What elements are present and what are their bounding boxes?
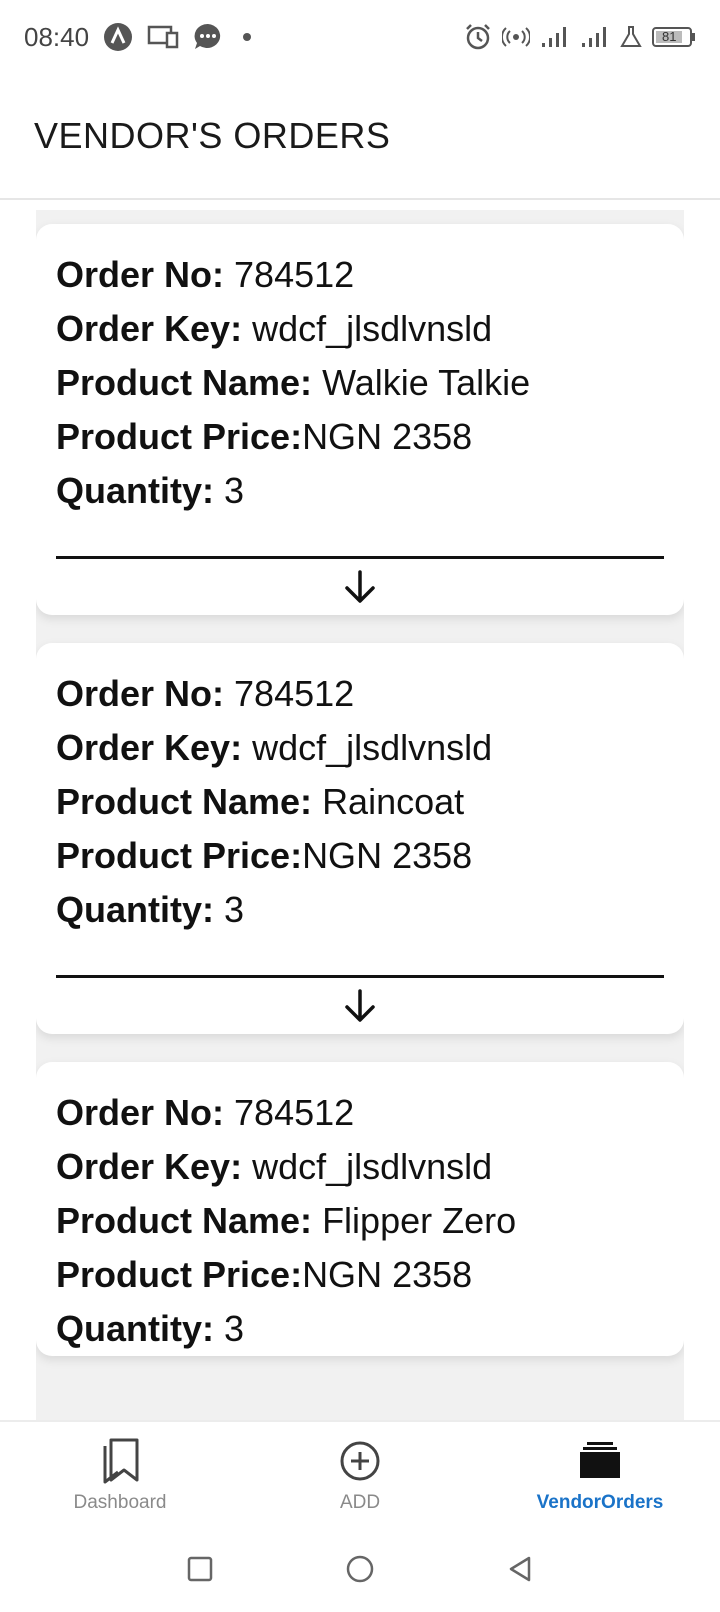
quantity-value: 3	[224, 470, 245, 511]
product-price-value: NGN 2358	[302, 835, 473, 876]
signal-icon	[580, 25, 610, 49]
order-key-label: Order Key:	[56, 727, 243, 768]
bottom-navigation: Dashboard ADD VendorOrders	[0, 1420, 720, 1532]
system-navigation	[0, 1530, 720, 1612]
order-key-label: Order Key:	[56, 308, 243, 349]
hotspot-icon	[502, 25, 530, 49]
battery-level: 81	[662, 29, 677, 44]
lab-flask-icon	[620, 25, 642, 49]
product-price-row: Product Price:NGN 2358	[56, 829, 664, 883]
status-bar: 08:40 81	[0, 0, 720, 74]
arrow-down-icon	[345, 989, 375, 1022]
back-triangle-icon[interactable]	[505, 1554, 535, 1589]
arrow-down-icon	[345, 570, 375, 603]
product-price-row: Product Price:NGN 2358	[56, 410, 664, 464]
add-circle-icon	[340, 1441, 380, 1481]
nav-item-dashboard[interactable]: Dashboard	[0, 1422, 240, 1532]
product-name-value: Walkie Talkie	[322, 362, 531, 403]
product-price-label: Product Price:	[56, 1254, 303, 1295]
product-name-row: Product Name: Flipper Zero	[56, 1194, 664, 1248]
product-price-value: NGN 2358	[302, 1254, 473, 1295]
product-name-label: Product Name:	[56, 1200, 313, 1241]
home-circle-icon[interactable]	[344, 1553, 376, 1590]
orders-list[interactable]: Order No: 784512 Order Key: wdcf_jlsdlvn…	[36, 210, 684, 1420]
quantity-label: Quantity:	[56, 1308, 214, 1349]
quantity-value: 3	[224, 1308, 245, 1349]
order-card: Order No: 784512 Order Key: wdcf_jlsdlvn…	[36, 1062, 684, 1356]
nav-label-vendor-orders: VendorOrders	[536, 1492, 664, 1513]
order-no-value: 784512	[234, 673, 355, 714]
order-no-label: Order No:	[56, 1092, 225, 1133]
order-card: Order No: 784512 Order Key: wdcf_jlsdlvn…	[36, 224, 684, 615]
order-no-value: 784512	[234, 1092, 355, 1133]
product-price-label: Product Price:	[56, 416, 303, 457]
product-name-row: Product Name: Walkie Talkie	[56, 356, 664, 410]
order-key-row: Order Key: wdcf_jlsdlvnsld	[56, 1140, 664, 1194]
quantity-row: Quantity: 3	[56, 883, 664, 937]
product-name-row: Product Name: Raincoat	[56, 775, 664, 829]
layers-icon	[580, 1442, 620, 1478]
bookmarks-icon	[103, 1438, 139, 1484]
nav-item-vendor-orders[interactable]: VendorOrders	[480, 1422, 720, 1532]
product-price-value: NGN 2358	[302, 416, 473, 457]
quantity-value: 3	[224, 889, 245, 930]
order-key-value: wdcf_jlsdlvnsld	[252, 308, 493, 349]
nav-label-add: ADD	[339, 1492, 381, 1513]
order-no-row: Order No: 784512	[56, 248, 664, 302]
order-no-value: 784512	[234, 254, 355, 295]
product-price-row: Product Price:NGN 2358	[56, 1248, 664, 1302]
screen-cast-icon	[147, 24, 179, 50]
order-no-label: Order No:	[56, 254, 225, 295]
product-name-value: Raincoat	[322, 781, 465, 822]
alarm-icon	[464, 23, 492, 51]
product-name-label: Product Name:	[56, 781, 313, 822]
status-time: 08:40	[24, 21, 90, 52]
dot-icon	[237, 27, 257, 47]
expand-button[interactable]	[56, 559, 664, 615]
product-name-label: Product Name:	[56, 362, 313, 403]
battery-icon: 81	[652, 25, 696, 49]
chat-bubble-icon	[193, 22, 223, 52]
status-bar-left: 08:40	[24, 22, 257, 53]
product-price-label: Product Price:	[56, 835, 303, 876]
order-key-row: Order Key: wdcf_jlsdlvnsld	[56, 302, 664, 356]
product-name-value: Flipper Zero	[322, 1200, 517, 1241]
nav-label-dashboard: Dashboard	[73, 1492, 167, 1513]
expand-button[interactable]	[56, 978, 664, 1034]
order-no-row: Order No: 784512	[56, 1086, 664, 1140]
order-key-row: Order Key: wdcf_jlsdlvnsld	[56, 721, 664, 775]
status-bar-right: 81	[464, 23, 696, 51]
order-key-label: Order Key:	[56, 1146, 243, 1187]
quantity-label: Quantity:	[56, 470, 214, 511]
order-key-value: wdcf_jlsdlvnsld	[252, 1146, 493, 1187]
nav-item-add[interactable]: ADD	[240, 1422, 480, 1532]
app-bar: VENDOR'S ORDERS	[0, 74, 720, 200]
order-no-row: Order No: 784512	[56, 667, 664, 721]
a-icon	[103, 22, 133, 52]
recents-square-icon[interactable]	[185, 1554, 215, 1589]
quantity-row: Quantity: 3	[56, 1302, 664, 1356]
order-no-label: Order No:	[56, 673, 225, 714]
page-title: VENDOR'S ORDERS	[34, 115, 391, 156]
quantity-row: Quantity: 3	[56, 464, 664, 518]
signal-icon	[540, 25, 570, 49]
quantity-label: Quantity:	[56, 889, 214, 930]
order-key-value: wdcf_jlsdlvnsld	[252, 727, 493, 768]
order-card: Order No: 784512 Order Key: wdcf_jlsdlvn…	[36, 643, 684, 1034]
